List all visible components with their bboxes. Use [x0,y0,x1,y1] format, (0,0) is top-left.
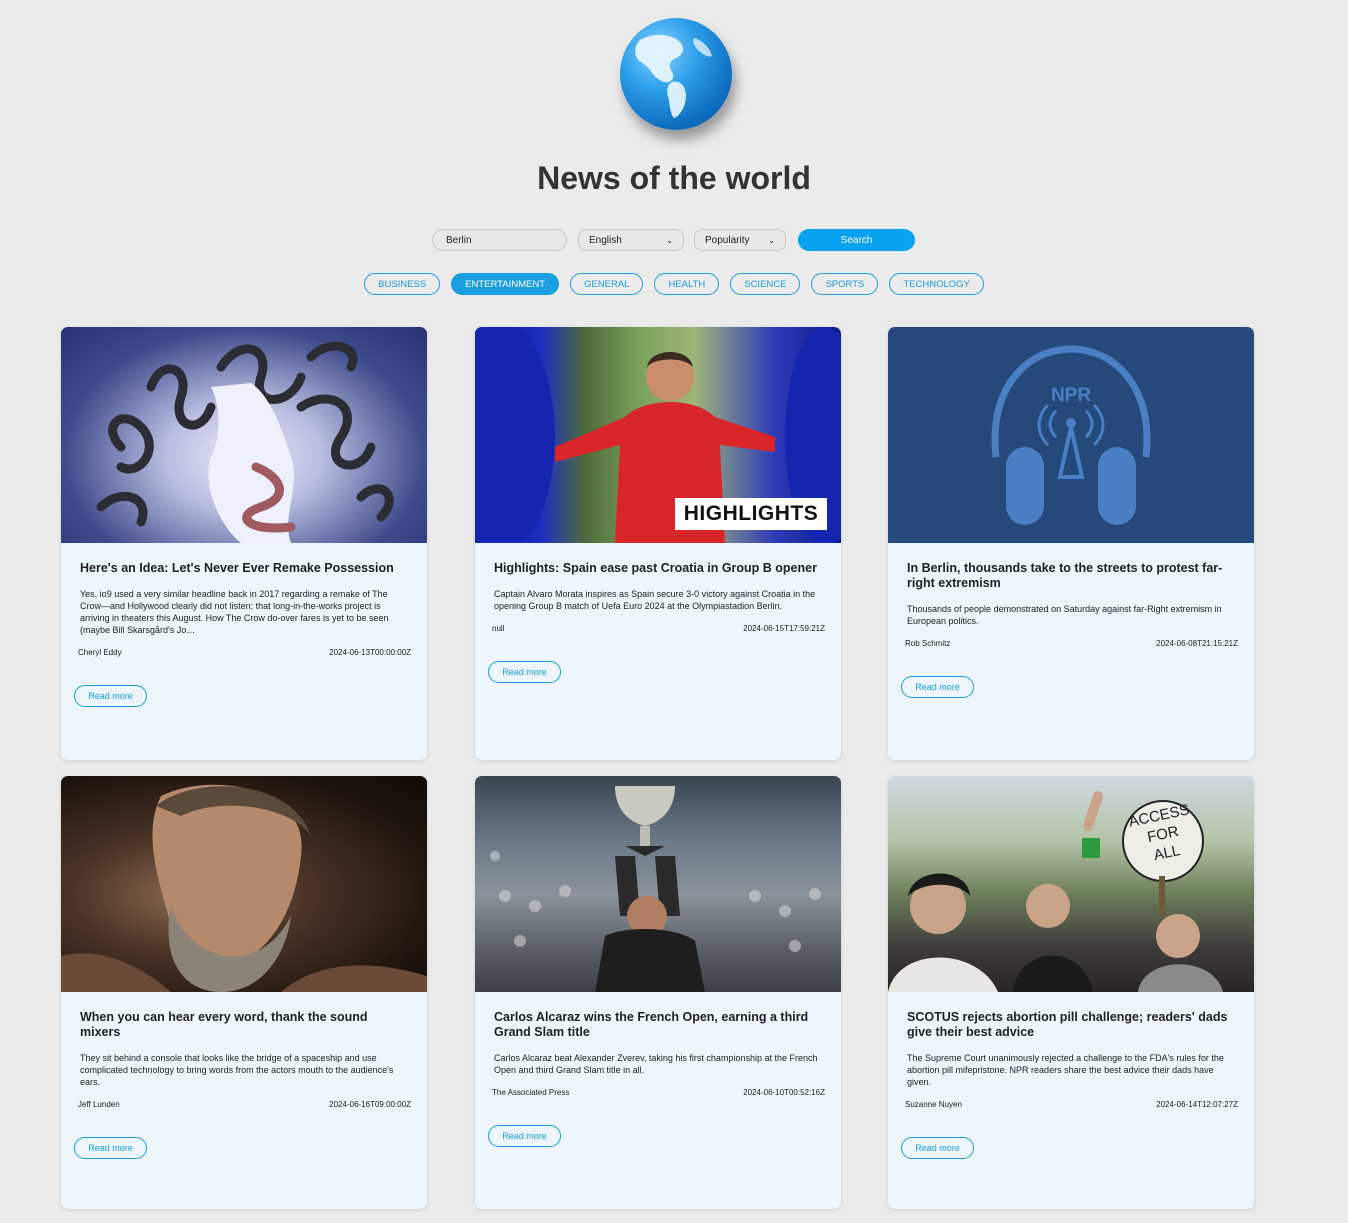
article-card: ACCESS FOR ALL SCOTUS rejects abortion p… [888,776,1254,1209]
search-input[interactable] [432,229,567,251]
page-title: News of the world [537,160,811,196]
article-meta: Jeff Lunden 2024-06-16T09:00:00Z [78,1100,411,1109]
article-author: Jeff Lunden [78,1100,120,1109]
article-author: Rob Schmitz [905,639,951,648]
language-select[interactable]: English ⌄ [578,229,684,251]
article-meta: Suzanne Nuyen 2024-06-14T12:07:27Z [905,1100,1238,1109]
article-meta: Rob Schmitz 2024-06-08T21:15:21Z [905,639,1238,648]
read-more-button[interactable]: Read more [901,1137,974,1159]
tab-general[interactable]: GENERAL [570,273,644,295]
article-date: 2024-06-14T12:07:27Z [1156,1100,1238,1109]
read-more-button[interactable]: Read more [901,676,974,698]
article-image[interactable]: NPR [888,327,1254,543]
search-button[interactable]: Search [798,229,915,251]
article-description: Captain Alvaro Morata inspires as Spain … [494,589,816,611]
chevron-down-icon: ⌄ [768,235,775,245]
tab-health[interactable]: HEALTH [654,273,720,295]
article-image[interactable] [61,776,427,992]
read-more-button[interactable]: Read more [74,1137,147,1159]
npr-logo-text: NPR [1050,385,1092,406]
sort-select[interactable]: Popularity ⌄ [694,229,786,251]
article-title: Here's an Idea: Let's Never Ever Remake … [80,561,394,575]
article-description: They sit behind a console that looks lik… [80,1053,394,1087]
chevron-down-icon: ⌄ [666,235,673,245]
article-title: Highlights: Spain ease past Croatia in G… [494,561,817,575]
search-bar: English ⌄ Popularity ⌄ Search [432,229,915,251]
tab-entertainment[interactable]: ENTERTAINMENT [451,273,560,295]
tab-business[interactable]: BUSINESS [364,273,441,295]
article-description: Carlos Alcaraz beat Alexander Zverev, ta… [494,1053,818,1075]
globe-icon [620,18,732,130]
article-date: 2024-06-16T09:00:00Z [329,1100,411,1109]
read-more-button[interactable]: Read more [488,661,561,683]
read-more-button[interactable]: Read more [488,1125,561,1147]
article-title: When you can hear every word, thank the … [80,1010,368,1039]
article-meta: null 2024-06-15T17:59:21Z [492,624,825,633]
article-image[interactable] [61,327,427,543]
article-description: Thousands of people demonstrated on Satu… [907,604,1222,626]
article-card: Carlos Alcaraz wins the French Open, ear… [475,776,841,1209]
tab-sports[interactable]: SPORTS [811,273,879,295]
globe-logo [614,18,738,142]
sort-select-value: Popularity [705,234,750,246]
article-meta: Cheryl Eddy 2024-06-13T00:00:00Z [78,648,411,657]
language-select-value: English [589,234,622,246]
article-meta: The Associated Press 2024-06-10T00:52:16… [492,1088,825,1097]
tab-science[interactable]: SCIENCE [730,273,801,295]
article-title: In Berlin, thousands take to the streets… [907,561,1223,590]
article-author: Suzanne Nuyen [905,1100,962,1109]
article-date: 2024-06-08T21:15:21Z [1156,639,1238,648]
article-date: 2024-06-15T17:59:21Z [743,624,825,633]
article-card: Here's an Idea: Let's Never Ever Remake … [61,327,427,760]
article-card: When you can hear every word, thank the … [61,776,427,1209]
article-description: The Supreme Court unanimously rejected a… [907,1053,1224,1087]
article-author: Cheryl Eddy [78,648,122,657]
article-date: 2024-06-13T00:00:00Z [329,648,411,657]
article-description: Yes, io9 used a very similar headline ba… [80,589,389,635]
article-author: null [492,624,505,633]
article-image[interactable]: ACCESS FOR ALL [888,776,1254,992]
article-card: NPR In Berlin, thousands take to the str… [888,327,1254,760]
tab-technology[interactable]: TECHNOLOGY [889,273,984,295]
article-image[interactable]: HIGHLIGHTS [475,327,841,543]
article-title: Carlos Alcaraz wins the French Open, ear… [494,1010,809,1039]
article-date: 2024-06-10T00:52:16Z [743,1088,825,1097]
read-more-button[interactable]: Read more [74,685,147,707]
highlights-label: HIGHLIGHTS [683,502,819,525]
article-author: The Associated Press [492,1088,570,1097]
article-card: HIGHLIGHTS Highlights: Spain ease past C… [475,327,841,760]
article-title: SCOTUS rejects abortion pill challenge; … [907,1010,1228,1039]
category-tabs: BUSINESS ENTERTAINMENT GENERAL HEALTH SC… [0,273,1348,295]
article-image[interactable] [475,776,841,992]
